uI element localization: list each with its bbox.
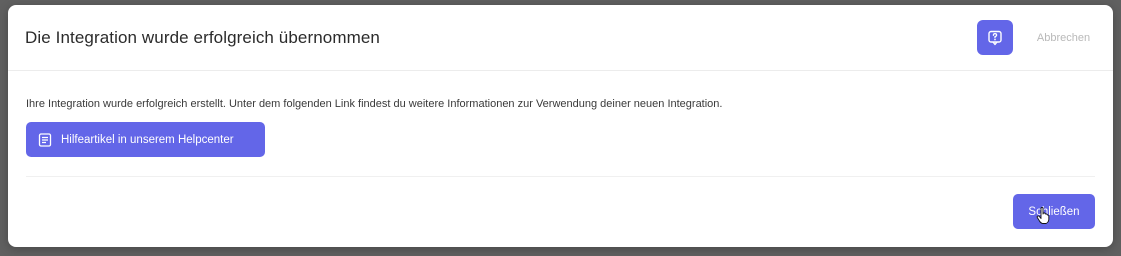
dialog-message: Ihre Integration wurde erfolgreich erste… — [26, 98, 723, 110]
footer-divider — [26, 176, 1095, 177]
help-article-button[interactable]: Hilfeartikel in unserem Helpcenter — [26, 122, 265, 157]
help-chat-icon — [987, 30, 1003, 46]
help-article-label: Hilfeartikel in unserem Helpcenter — [61, 133, 234, 146]
dialog-header: Die Integration wurde erfolgreich überno… — [8, 5, 1113, 71]
dialog-body: Ihre Integration wurde erfolgreich erste… — [8, 71, 1113, 175]
close-button[interactable]: Schließen — [1013, 194, 1095, 229]
integration-success-dialog: Die Integration wurde erfolgreich überno… — [8, 5, 1113, 247]
document-icon — [38, 132, 52, 147]
help-button[interactable] — [977, 20, 1013, 55]
dialog-title: Die Integration wurde erfolgreich überno… — [25, 27, 380, 47]
hand-cursor-icon — [1036, 207, 1050, 225]
cancel-button[interactable]: Abbrechen — [1032, 28, 1095, 48]
